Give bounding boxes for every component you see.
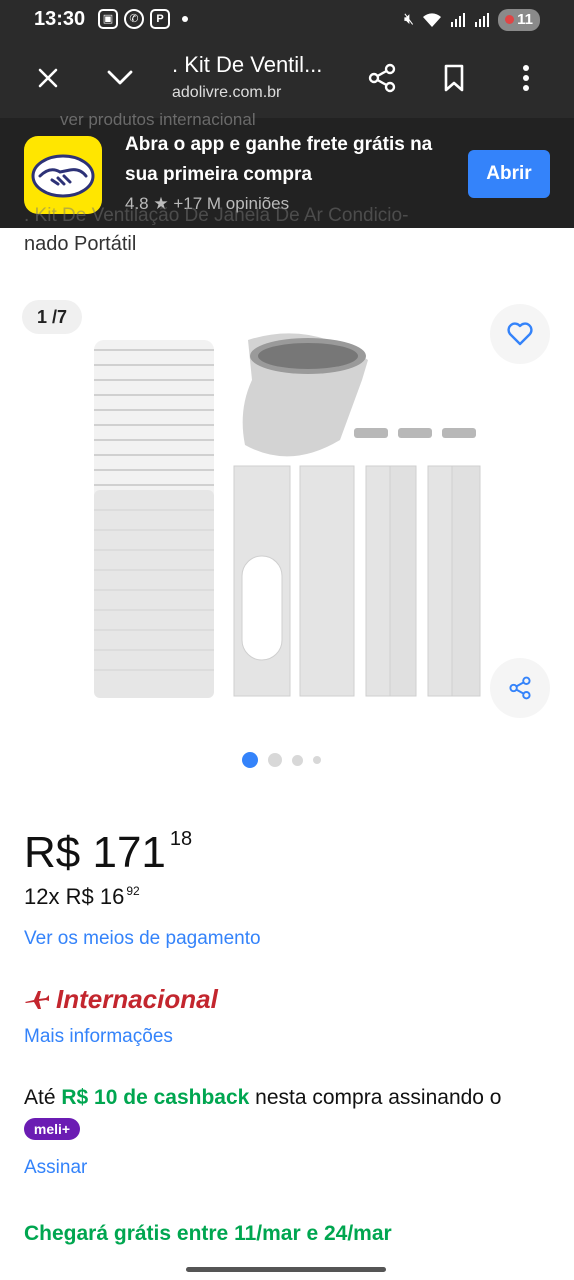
cashback-amount: R$ 10 de cashback [61,1086,250,1109]
cashback-prefix: Até [24,1086,56,1109]
installment-cents: 92 [126,884,140,898]
subscribe-link[interactable]: Assinar [24,1157,87,1179]
product-title: nado Portátil [24,233,137,255]
product-title-partial: . Kit De Ventilação De Janela De Ar Cond… [24,205,409,226]
browser-toolbar: . Kit De Ventil... adolivre.com.br [0,38,574,118]
more-options-button[interactable] [502,38,550,118]
product-image[interactable] [80,320,490,710]
status-time: 13:30 [34,8,86,30]
share-product-button[interactable] [490,658,550,718]
signal-icon [451,13,466,27]
status-right: 🔇︎ 11 [404,9,540,31]
gallery-notification-icon: ▣ [98,9,118,29]
delivery-info: Chegará grátis entre 11/mar e 24/mar [24,1222,392,1245]
payment-methods-link[interactable]: Ver os meios de pagamento [24,928,261,950]
battery-level: 11 [517,11,533,28]
page-title: . Kit De Ventil... [172,52,323,77]
mercadolivre-logo [24,136,102,214]
carousel-dot-active[interactable] [242,752,258,768]
more-notifications-dot-icon [182,16,188,22]
share-icon [509,676,531,700]
carousel-dot[interactable] [292,754,303,766]
price-cents: 18 [169,828,193,850]
close-tab-button[interactable] [24,38,72,118]
signal-icon-2 [475,13,490,27]
open-app-button[interactable]: Abrir [468,150,550,198]
carousel-dot[interactable] [268,753,282,767]
status-bar: 13:30 ▣ ✆ P 🔇︎ 11 [0,0,574,38]
carousel-dot[interactable] [313,756,321,764]
international-badge: Internacional [24,984,218,1015]
installment-integer: 16 [99,884,125,909]
cashback-suffix: nesta compra assinando o [255,1086,502,1109]
nozzle-image [242,333,368,457]
gesture-handle[interactable] [186,1267,386,1272]
image-counter: 1 /7 [22,300,82,334]
meli-plus-badge: meli+ [24,1118,80,1140]
screws-image [354,428,476,438]
battery-indicator: 11 [498,9,540,31]
minimize-tab-button[interactable] [96,38,144,118]
handshake-logo-icon [31,154,95,198]
battery-saver-icon [505,15,515,24]
mute-icon: 🔇︎ [404,11,415,28]
more-info-link[interactable]: Mais informações [24,1026,173,1048]
cashback-info: Até R$ 10 de cashback nesta compra assin… [24,1086,554,1110]
chevron-down-icon [107,70,133,85]
wifi-icon [423,13,442,27]
close-icon [38,68,58,88]
airplane-icon [25,990,49,1009]
page-url[interactable]: adolivre.com.br [172,84,281,102]
price: R$ 171 18 [24,828,192,878]
installments: 12x R$ 16 92 [24,884,140,910]
favorite-button[interactable] [490,304,550,364]
whatsapp-icon: ✆ [124,9,144,29]
heart-icon [507,322,533,346]
hose-image [94,340,214,698]
bookmark-button[interactable] [430,38,478,118]
share-icon [368,63,396,93]
share-button[interactable] [358,38,406,118]
window-panels-image [233,465,481,697]
parking-icon: P [150,9,170,29]
price-currency: R$ [24,828,81,877]
status-notifications: ▣ ✆ P [98,9,188,29]
installments-prefix: 12x R$ [24,884,94,909]
ghost-text: ver produtos internacional [60,110,256,129]
international-label: Internacional [56,984,218,1014]
price-integer: 171 [92,828,166,877]
bookmark-icon [444,64,464,92]
more-vert-icon [523,65,529,91]
banner-message: Abra o app e ganhe frete grátis na sua p… [125,134,433,185]
carousel-indicator [242,752,321,768]
